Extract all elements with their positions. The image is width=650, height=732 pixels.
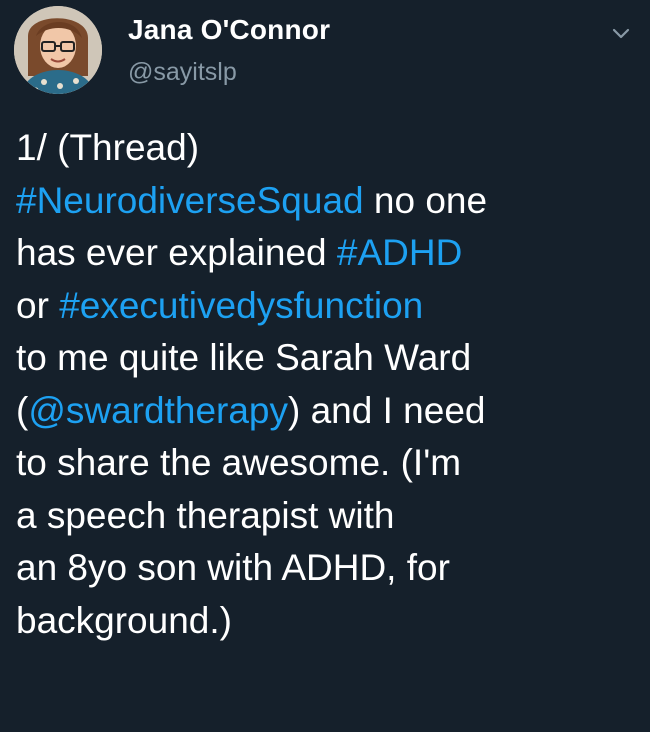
tweet-text-line: has ever explained #ADHD xyxy=(16,227,641,280)
tweet-text-segment: 1/ (Thread) xyxy=(16,127,200,168)
tweet-text-line: #NeurodiverseSquad no one xyxy=(16,175,641,228)
tweet-text-line: to me quite like Sarah Ward xyxy=(16,332,641,385)
tweet-text-segment: has ever explained xyxy=(16,232,337,273)
tweet-text-segment: a speech therapist with xyxy=(16,494,395,536)
tweet-menu-button[interactable] xyxy=(606,18,636,48)
mention-link[interactable]: @swardtherapy xyxy=(28,390,288,431)
tweet-text: 1/ (Thread) #NeurodiverseSquad no one has … xyxy=(16,122,641,647)
hashtag-link[interactable]: #ADHD xyxy=(337,232,462,273)
tweet-card: Jana O'Connor @sayitslp 1/ (Thread) #Neur… xyxy=(0,0,650,732)
tweet-text-line: 1/ (Thread) xyxy=(16,122,641,175)
chevron-down-icon xyxy=(612,28,630,39)
tweet-text-line: or #executivedysfunction xyxy=(16,280,641,333)
tweet-text-segment: or xyxy=(16,284,60,326)
tweet-text-segment: an 8yo son with ADHD, for xyxy=(16,547,450,588)
tweet-text-segment: no one xyxy=(363,179,488,221)
hashtag-link[interactable]: #NeurodiverseSquad xyxy=(16,180,364,221)
tweet-text-line: an 8yo son with ADHD, for xyxy=(16,542,641,595)
tweet-text-line: (@swardtherapy) and I need xyxy=(16,385,641,438)
tweet-text-segment: background.) xyxy=(16,599,232,641)
tweet-text-line: background.) xyxy=(16,595,641,648)
tweet-text-segment: ) and I need xyxy=(288,389,486,431)
hashtag-link[interactable]: #executivedysfunction xyxy=(59,285,423,326)
profile-photo-icon xyxy=(14,6,102,94)
author-handle[interactable]: @sayitslp xyxy=(128,58,237,87)
author-name[interactable]: Jana O'Connor xyxy=(128,14,330,46)
author-avatar[interactable] xyxy=(14,6,102,94)
tweet-text-line: a speech therapist with xyxy=(16,490,641,543)
tweet-text-segment: ( xyxy=(16,389,29,431)
tweet-text-line: to share the awesome. (I'm xyxy=(16,437,641,490)
tweet-text-segment: to me quite like Sarah Ward xyxy=(16,337,472,378)
tweet-text-segment: to share the awesome. (I'm xyxy=(16,442,462,483)
